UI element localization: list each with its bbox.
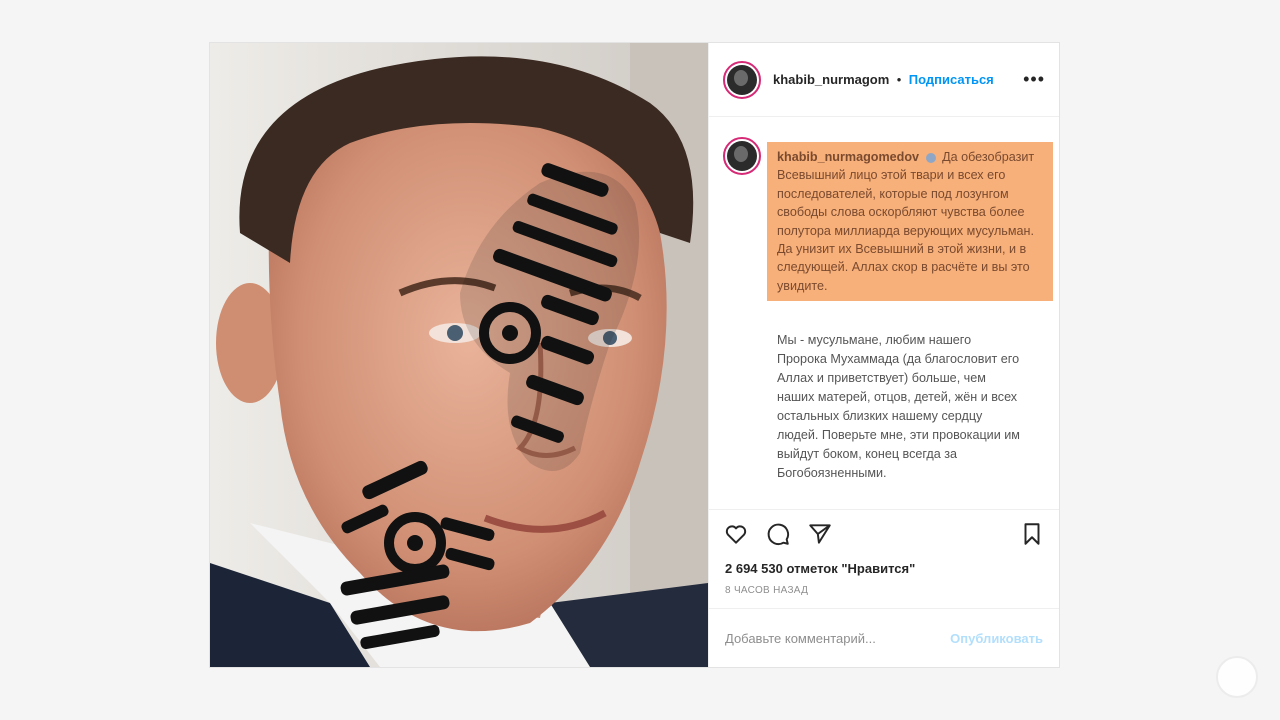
heart-icon[interactable] [723, 521, 749, 547]
post-timestamp: 8 ЧАСОВ НАЗАД [725, 585, 809, 596]
comments-area: khabib_nurmagomedov Да обезобразит Всевы… [709, 117, 1059, 509]
comment-input[interactable]: Добавьте комментарий... [725, 631, 950, 646]
caption-avatar[interactable] [723, 137, 761, 175]
bookmark-icon[interactable] [1019, 521, 1045, 547]
caption-author[interactable]: khabib_nurmagomedov [777, 150, 919, 164]
send-icon[interactable] [807, 521, 833, 547]
header-user: khabib_nurmagom • Подписаться [773, 71, 994, 89]
caption-body: Мы - мусульмане, любим нашего Пророка Му… [777, 333, 1020, 480]
channel-logo-icon [1216, 656, 1258, 698]
post-photo[interactable] [210, 43, 708, 667]
post-image-portrait [210, 43, 708, 667]
post-sidebar: khabib_nurmagom • Подписаться ••• khabib… [708, 43, 1059, 667]
action-bar [709, 509, 1059, 558]
follow-button[interactable]: Подписаться [909, 72, 994, 87]
avatar-image [727, 64, 757, 95]
separator-dot: • [896, 71, 902, 87]
caption-avatar-image [727, 141, 757, 171]
comment-box: Добавьте комментарий... Опубликовать [709, 608, 1059, 667]
avatar[interactable] [723, 60, 761, 99]
instagram-post: khabib_nurmagom • Подписаться ••• khabib… [209, 42, 1060, 668]
post-header: khabib_nurmagom • Подписаться ••• [709, 43, 1059, 117]
caption-highlighted-text: Да обезобразит Всевышний лицо этой твари… [777, 150, 1035, 293]
comment-icon[interactable] [765, 521, 791, 547]
likes-count[interactable]: 2 694 530 отметок "Нравится" [709, 558, 1059, 580]
username[interactable]: khabib_nurmagom [773, 72, 889, 87]
verified-badge-icon [925, 152, 936, 163]
more-horizontal-icon[interactable]: ••• [1023, 69, 1045, 90]
caption-highlight: khabib_nurmagomedov Да обезобразит Всевы… [767, 142, 1053, 302]
publish-button[interactable]: Опубликовать [950, 631, 1043, 646]
